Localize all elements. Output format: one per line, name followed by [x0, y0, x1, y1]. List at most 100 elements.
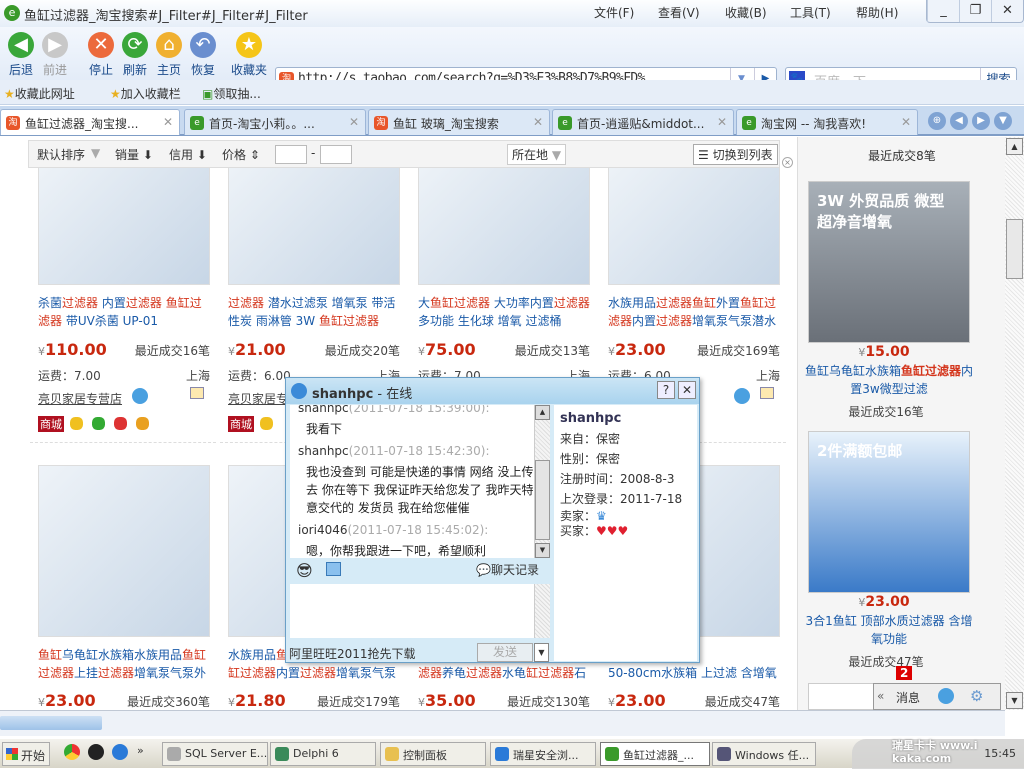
product-title-link[interactable]: 鱼缸乌龟缸水族箱水族用品鱼缸过滤器上挂过滤器增氧泵气泵外 — [38, 646, 210, 682]
toolbar-button-5[interactable]: ↶ 恢复 — [186, 30, 220, 78]
chrome-icon[interactable] — [64, 744, 80, 760]
help-button[interactable]: ? — [657, 381, 675, 399]
sort-bar: 默认排序 ▼ 销量 ⬇ 信用 ⬇ 价格 ⇕ - 所在地 ▼ ☰ 切换到列表 — [28, 140, 780, 168]
wangwang-chat-icon[interactable] — [132, 388, 148, 404]
vertical-scrollbar[interactable]: ▲ ▼ — [1005, 137, 1024, 710]
product-title-link[interactable]: 水族用品过滤器鱼缸外置鱼缸过滤器内置过滤器增氧泵气泵潜水 — [608, 294, 780, 330]
start-button[interactable]: 开始 — [2, 742, 50, 766]
tab-close-icon[interactable]: ✕ — [533, 115, 543, 129]
tab-prev-icon[interactable]: ◀ — [950, 112, 968, 130]
sort-dropdown-icon[interactable]: ▼ — [91, 146, 100, 160]
new-tab-icon[interactable]: ⊕ — [928, 112, 946, 130]
message-input[interactable] — [290, 584, 534, 638]
taskbar-task-2[interactable]: 控制面板 — [380, 742, 486, 766]
product-image[interactable] — [38, 465, 210, 637]
product-image[interactable] — [608, 157, 780, 285]
toolbar-button-3[interactable]: ⟳ 刷新 — [118, 30, 152, 78]
sort-credit[interactable]: 信用 ⬇ — [169, 146, 207, 163]
minimize-button[interactable]: _ — [927, 0, 959, 22]
menu-file[interactable]: 文件(F) — [594, 4, 634, 21]
emoticon-icon[interactable]: 😎 — [296, 561, 313, 580]
close-button[interactable]: ✕ — [991, 0, 1023, 22]
fav-link[interactable]: ▣领取抽... — [202, 85, 261, 102]
toolbar-button-6[interactable]: ★ 收藏夹 — [228, 30, 270, 78]
fav-add-url[interactable]: ★收藏此网址 — [4, 85, 75, 102]
side-product-image[interactable]: 2件满额包邮 — [808, 431, 970, 593]
tab-2[interactable]: 淘鱼缸 玻璃_淘宝搜索 ✕ — [368, 109, 550, 135]
menu-favorites[interactable]: 收藏(B) — [725, 4, 767, 21]
sort-price[interactable]: 价格 ⇕ — [222, 146, 260, 163]
product-title-link[interactable]: 过滤器 潜水过滤泵 增氧泵 带活性炭 雨淋管 3W 鱼缸过滤器 — [228, 294, 400, 330]
ie-icon[interactable] — [112, 744, 128, 760]
product-image[interactable] — [418, 157, 590, 285]
chat-title-bar[interactable]: shanhpc - 在线 ? ✕ — [286, 378, 699, 404]
tab-list-icon[interactable]: ▼ — [994, 112, 1012, 130]
send-options-icon[interactable]: ▼ — [534, 643, 549, 662]
price-max-input[interactable] — [320, 145, 352, 164]
location-select[interactable]: 所在地 ▼ — [507, 144, 567, 165]
tab-close-icon[interactable]: ✕ — [349, 115, 359, 129]
sort-default[interactable]: 默认排序 — [37, 146, 85, 163]
collapse-button[interactable]: « — [877, 689, 884, 703]
product-image[interactable] — [38, 157, 210, 285]
scroll-up-button[interactable]: ▲ — [1006, 138, 1023, 155]
gear-icon[interactable]: ⚙ — [970, 687, 983, 705]
menu-tools[interactable]: 工具(T) — [790, 4, 831, 21]
shop-link[interactable]: 亮贝家居专 — [228, 390, 288, 407]
chevron-down-icon: ▼ — [551, 148, 562, 162]
sort-sales[interactable]: 销量 ⬇ — [115, 146, 153, 163]
menu-help[interactable]: 帮助(H) — [856, 4, 898, 21]
product-title-link[interactable]: 杀菌过滤器 内置过滤器 鱼缸过滤器 带UV杀菌 UP-01 — [38, 294, 210, 330]
h-scroll-thumb[interactable] — [0, 716, 102, 730]
taskbar-task-0[interactable]: SQL Server E... — [162, 742, 268, 766]
screenshot-icon[interactable] — [326, 562, 341, 576]
shop-link[interactable]: 亮贝家居专营店 — [38, 390, 122, 407]
menu-view[interactable]: 查看(V) — [658, 4, 700, 21]
side-product-image[interactable]: 3W 外贸品质 微型 超净音增氧 — [808, 181, 970, 343]
messages-button[interactable]: 消息 — [896, 689, 920, 706]
more-quicklaunch-icon[interactable]: » — [137, 744, 144, 757]
wangwang-icon[interactable] — [938, 688, 954, 704]
toolbar-button-0[interactable]: ◀ 后退 — [4, 30, 38, 78]
tab-close-icon[interactable]: ✕ — [163, 115, 173, 129]
input-scrollbar[interactable] — [534, 584, 550, 638]
toolbar-button-1[interactable]: ▶ 前进 — [38, 30, 72, 78]
fav-add-to-bar[interactable]: ★加入收藏栏 — [110, 85, 181, 102]
tab-0[interactable]: 淘鱼缸过滤器_淘宝搜... ✕ — [0, 109, 180, 135]
taskbar-task-4[interactable]: 鱼缸过滤器_... — [600, 742, 710, 766]
side-title-link[interactable]: 3合1鱼缸 顶部水质过滤器 含增氧功能 — [804, 612, 974, 648]
product-image[interactable] — [228, 157, 400, 285]
send-button[interactable]: 发送 — [477, 643, 533, 662]
qq-icon[interactable] — [88, 744, 104, 760]
switch-to-list-button[interactable]: ☰ 切换到列表 — [693, 144, 778, 165]
tab-next-icon[interactable]: ▶ — [972, 112, 990, 130]
history-scroll-thumb[interactable] — [535, 460, 550, 540]
scroll-down-button[interactable]: ▼ — [1006, 692, 1023, 709]
toolbar-button-4[interactable]: ⌂ 主页 — [152, 30, 186, 78]
product-title-link[interactable]: 大鱼缸过滤器 大功率内置过滤器 多功能 生化球 增氧 过滤桶 — [418, 294, 590, 330]
taskbar-task-3[interactable]: 瑞星安全浏... — [490, 742, 596, 766]
horizontal-scrollbar[interactable] — [0, 710, 1005, 736]
side-title-link[interactable]: 鱼缸乌龟缸水族箱鱼缸过滤器内置3w微型过滤 — [804, 362, 974, 398]
tab-3[interactable]: e 首页-逍遥贴&middot... ✕ — [552, 109, 734, 135]
chat-history-button[interactable]: 💬聊天记录 — [476, 561, 539, 578]
refresh-icon: ⟳ — [122, 32, 148, 58]
chat-close-button[interactable]: ✕ — [678, 381, 696, 399]
contact-card-icon[interactable] — [760, 387, 774, 399]
close-sortbar-icon[interactable]: × — [782, 157, 793, 168]
wangwang-chat-icon[interactable] — [734, 388, 750, 404]
scroll-thumb[interactable] — [1006, 219, 1023, 279]
restore-button[interactable]: ❐ — [959, 0, 991, 22]
tab-1[interactable]: e 首页-淘宝小莉。。... ✕ — [184, 109, 366, 135]
taskbar-task-1[interactable]: Delphi 6 — [270, 742, 376, 766]
history-scrollbar[interactable]: ▲ ▼ — [534, 405, 550, 558]
price-min-input[interactable] — [275, 145, 307, 164]
toolbar-button-2[interactable]: ✕ 停止 — [84, 30, 118, 78]
contact-card-icon[interactable] — [190, 387, 204, 399]
download-ad-link[interactable]: 阿里旺旺2011抢先下载 — [289, 645, 416, 662]
service-badge-icon — [70, 417, 83, 430]
tab-4[interactable]: e 淘宝网 -- 淘我喜欢! ✕ — [736, 109, 918, 135]
taskbar-task-5[interactable]: Windows 任... — [712, 742, 816, 766]
tab-close-icon[interactable]: ✕ — [901, 115, 911, 129]
tab-close-icon[interactable]: ✕ — [717, 115, 727, 129]
